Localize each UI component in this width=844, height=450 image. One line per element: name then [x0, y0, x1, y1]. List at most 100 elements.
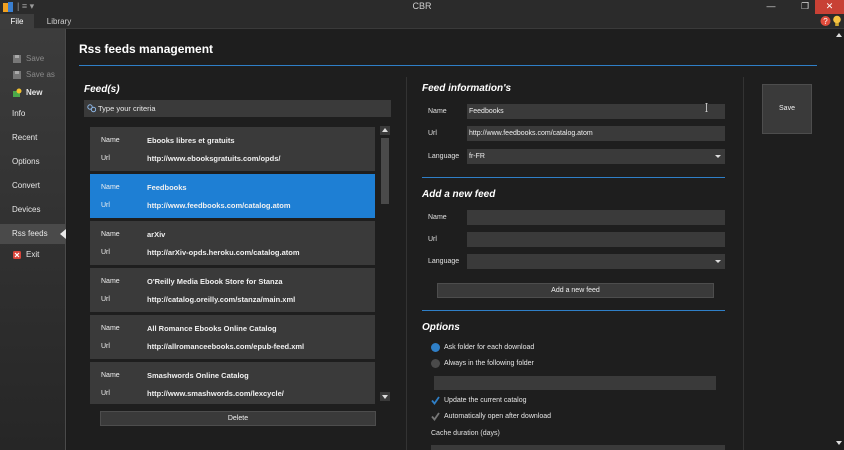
name-key: Name: [101, 372, 120, 379]
search-input[interactable]: Type your criteria: [84, 100, 391, 117]
always-folder-label: Always in the following folder: [444, 360, 534, 367]
feed-url: http://www.feedbooks.com/catalog.atom: [147, 201, 291, 210]
url-key: Url: [101, 202, 110, 209]
main-panel: Rss feeds management Feed(s) Type your c…: [67, 29, 844, 450]
feed-list: Name Ebooks libres et gratuits Url http:…: [90, 127, 375, 404]
feed-name: Smashwords Online Catalog: [147, 371, 249, 380]
chevron-down-icon: [715, 155, 721, 158]
sidebar-item-options[interactable]: Options: [0, 152, 66, 172]
section-divider: [422, 177, 725, 178]
feed-name: Ebooks libres et gratuits: [147, 136, 235, 145]
language-label: Language: [428, 153, 460, 160]
ribbon-tab-bar: File Library ?: [0, 14, 844, 29]
feed-name: All Romance Ebooks Online Catalog: [147, 324, 277, 333]
help-icon[interactable]: ?: [820, 15, 831, 27]
sidebar-item-label: Recent: [12, 133, 38, 142]
url-key: Url: [101, 296, 110, 303]
feed-url-value: http://www.feedbooks.com/catalog.atom: [469, 130, 593, 137]
page-scrollbar[interactable]: [834, 29, 844, 450]
add-feed-section-title: Add a new feed: [422, 189, 496, 200]
radio-selected-icon: [431, 343, 440, 352]
title-divider: [79, 65, 817, 66]
feed-list-item[interactable]: Name All Romance Ebooks Online Catalog U…: [90, 315, 375, 359]
tab-library[interactable]: Library: [44, 14, 74, 29]
sidebar-item-label: New: [26, 88, 43, 97]
url-label: Url: [428, 130, 437, 137]
name-key: Name: [101, 278, 120, 285]
feed-url-field[interactable]: http://www.feedbooks.com/catalog.atom: [467, 126, 725, 141]
name-key: Name: [101, 325, 120, 332]
column-divider: [743, 77, 744, 450]
sidebar-item-devices[interactable]: Devices: [0, 200, 66, 220]
title-bar: | ≡ ▾ CBR — ❐ ✕: [0, 0, 844, 14]
scroll-up-icon[interactable]: [380, 126, 390, 135]
sidebar-item-label: Exit: [26, 250, 40, 259]
url-key: Url: [101, 343, 110, 350]
minimize-button[interactable]: —: [760, 0, 782, 14]
new-url-label: Url: [428, 236, 437, 243]
language-value: fr-FR: [469, 153, 485, 160]
section-divider: [422, 310, 725, 311]
sidebar-item-exit[interactable]: Exit: [0, 245, 66, 265]
scroll-down-icon[interactable]: [834, 439, 844, 447]
backstage-sidebar: Save Save as New Info Recent Options Con…: [0, 29, 66, 450]
search-placeholder: Type your criteria: [98, 104, 156, 113]
url-key: Url: [101, 155, 110, 162]
options-section-title: Options: [422, 322, 460, 333]
sidebar-item-label: Save as: [26, 70, 55, 79]
app-window: | ≡ ▾ CBR — ❐ ✕ File Library ? Save Save…: [0, 0, 844, 450]
lightbulb-icon[interactable]: [832, 15, 842, 27]
feed-url: http://arXiv-opds.heroku.com/catalog.ato…: [147, 248, 300, 257]
add-feed-button[interactable]: Add a new feed: [437, 283, 714, 298]
active-indicator-icon: [60, 229, 66, 239]
url-key: Url: [101, 390, 110, 397]
feed-list-item[interactable]: Name arXiv Url http://arXiv-opds.heroku.…: [90, 221, 375, 265]
cache-duration-label: Cache duration (days): [431, 430, 500, 437]
feed-name-field[interactable]: Feedbooks: [467, 104, 725, 119]
cache-duration-field[interactable]: [431, 445, 725, 450]
sidebar-item-save-as[interactable]: Save as: [0, 65, 66, 85]
new-icon: [13, 88, 22, 97]
sidebar-item-recent[interactable]: Recent: [0, 128, 66, 148]
feed-list-item-selected[interactable]: Name Feedbooks Url http://www.feedbooks.…: [90, 174, 375, 218]
scroll-up-icon[interactable]: [834, 31, 844, 39]
checkmark-icon: [431, 412, 440, 421]
text-cursor-icon: [705, 103, 708, 112]
sidebar-item-info[interactable]: Info: [0, 104, 66, 124]
update-catalog-label: Update the current catalog: [444, 397, 527, 404]
svg-text:?: ?: [823, 17, 828, 26]
tab-file[interactable]: File: [0, 14, 34, 29]
feed-list-item[interactable]: Name Smashwords Online Catalog Url http:…: [90, 362, 375, 404]
save-as-icon: [13, 71, 21, 79]
scroll-down-icon[interactable]: [380, 392, 390, 401]
delete-button[interactable]: Delete: [100, 411, 376, 426]
name-key: Name: [101, 137, 120, 144]
feeds-section-title: Feed(s): [84, 84, 120, 95]
window-title: CBR: [412, 1, 432, 11]
checkmark-icon: [431, 396, 440, 405]
scroll-thumb[interactable]: [381, 138, 389, 204]
feed-name: Feedbooks: [147, 183, 187, 192]
new-feed-name-field[interactable]: [467, 210, 725, 225]
folder-path-field[interactable]: [434, 376, 716, 390]
feed-list-scrollbar[interactable]: [380, 126, 390, 402]
name-key: Name: [101, 231, 120, 238]
new-feed-url-field[interactable]: [467, 232, 725, 247]
sidebar-item-rss-feeds[interactable]: Rss feeds: [0, 224, 66, 244]
new-feed-language-select[interactable]: [467, 254, 725, 269]
close-button[interactable]: ✕: [815, 0, 844, 14]
feed-list-item[interactable]: Name Ebooks libres et gratuits Url http:…: [90, 127, 375, 171]
exit-icon: [13, 251, 21, 259]
feed-url: http://catalog.oreilly.com/stanza/main.x…: [147, 295, 296, 304]
sidebar-item-label: Info: [12, 109, 26, 118]
save-button[interactable]: Save: [762, 84, 812, 134]
name-key: Name: [101, 184, 120, 191]
maximize-button[interactable]: ❐: [794, 0, 816, 14]
language-select[interactable]: fr-FR: [467, 149, 725, 164]
auto-open-label: Automatically open after download: [444, 413, 552, 420]
feed-info-section-title: Feed information's: [422, 83, 512, 94]
sidebar-item-new[interactable]: New: [0, 83, 66, 103]
sidebar-item-convert[interactable]: Convert: [0, 176, 66, 196]
new-name-label: Name: [428, 214, 447, 221]
feed-list-item[interactable]: Name O'Reilly Media Ebook Store for Stan…: [90, 268, 375, 312]
